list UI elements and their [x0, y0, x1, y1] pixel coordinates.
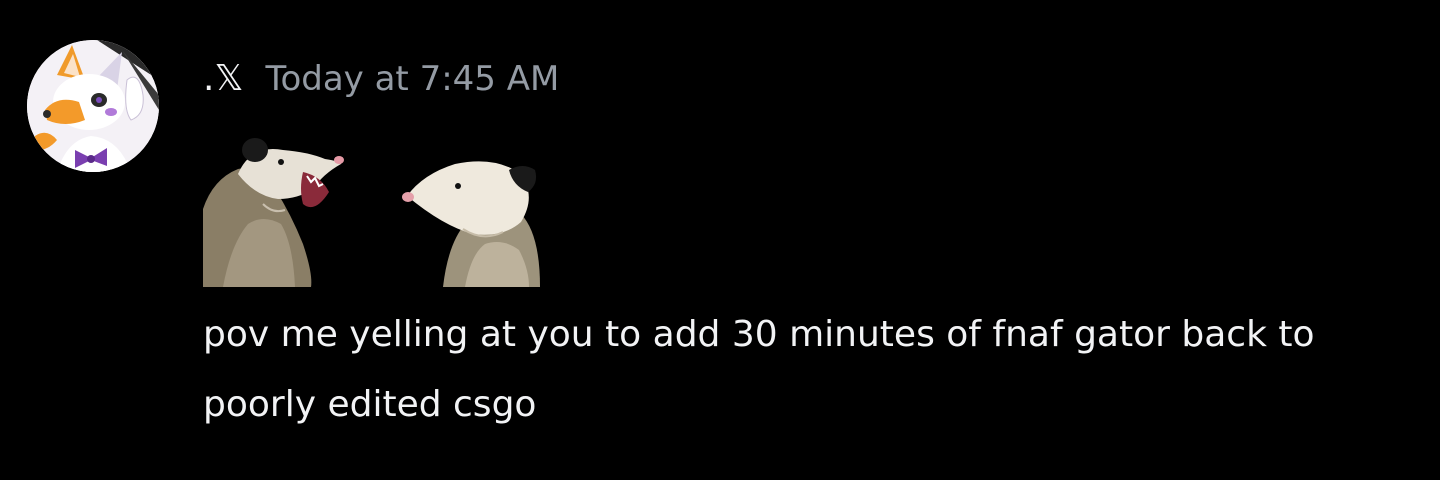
- message-timestamp: Today at 7:45 AM: [265, 59, 560, 99]
- message-header: .𝕏 Today at 7:45 AM: [203, 58, 559, 108]
- image-attachment[interactable]: [203, 134, 540, 287]
- user-avatar[interactable]: [27, 40, 159, 172]
- chat-message: .𝕏 Today at 7:45 AM pov me yelling at yo…: [0, 0, 1440, 480]
- two-opossums-image-icon: [203, 134, 540, 287]
- message-content: pov me yelling at you to add 30 minutes …: [203, 314, 1315, 425]
- author-name[interactable]: .𝕏: [203, 58, 243, 99]
- fox-character-avatar-icon: [27, 40, 159, 172]
